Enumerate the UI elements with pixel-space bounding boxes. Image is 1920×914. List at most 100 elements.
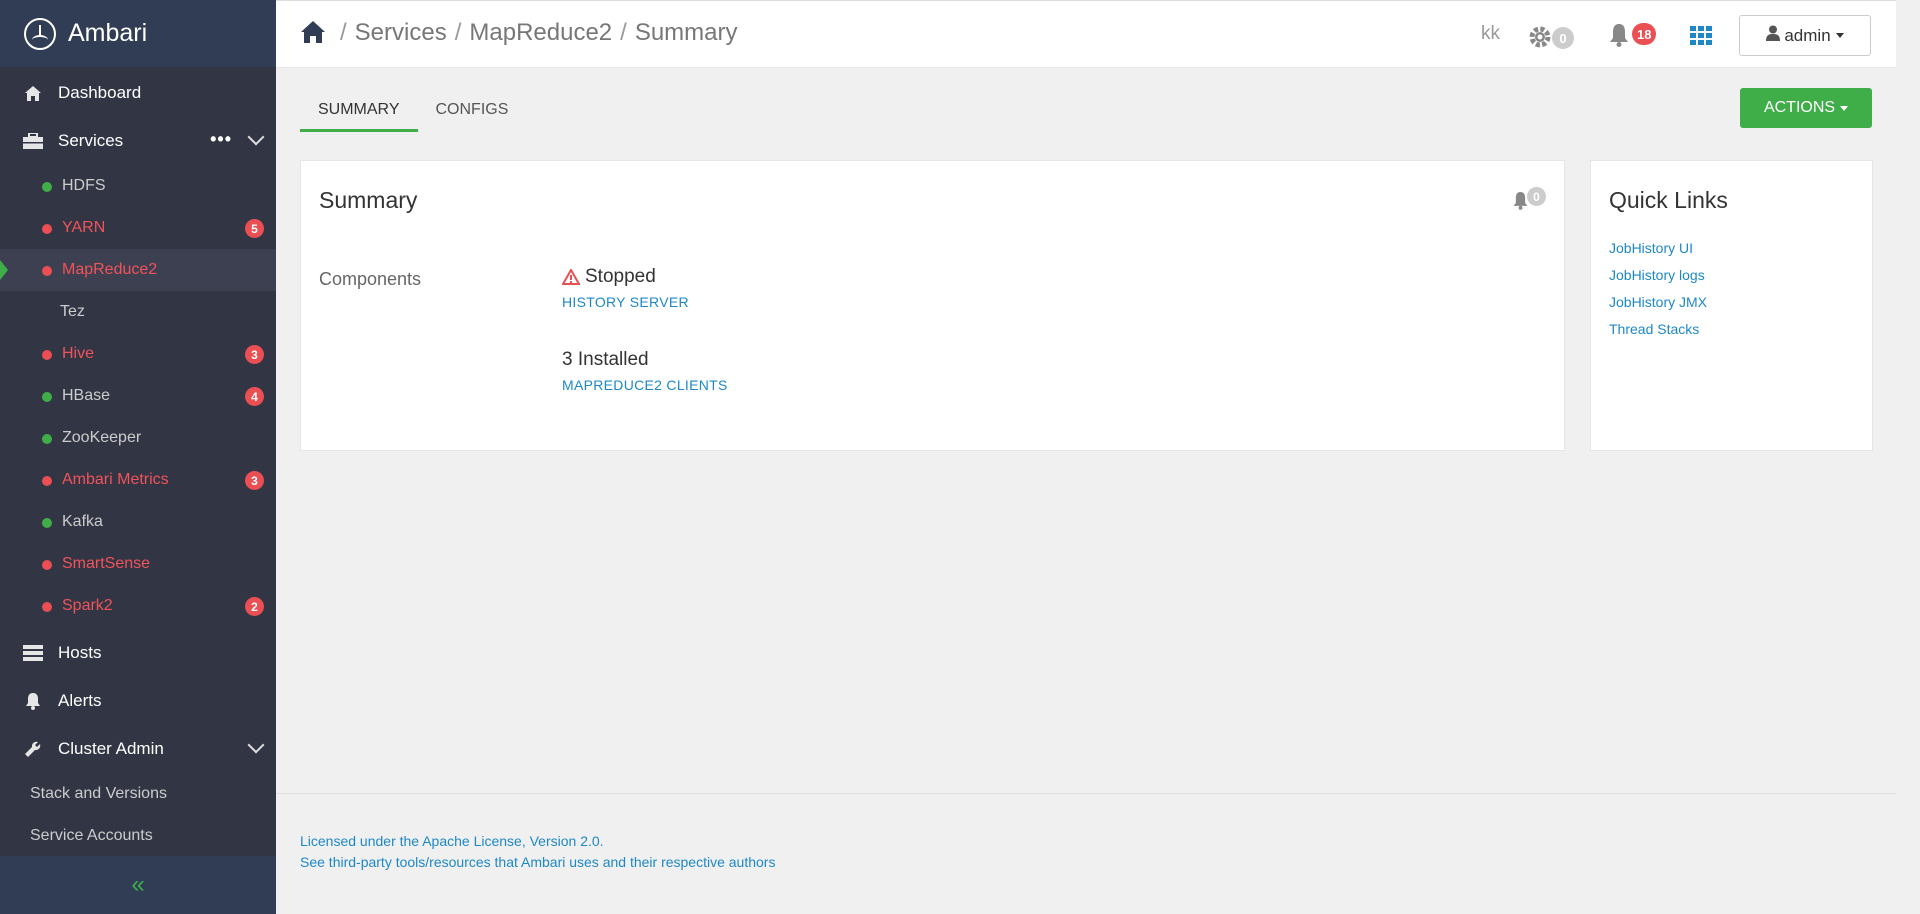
bell-icon <box>22 692 44 710</box>
sidebar-item-tez[interactable]: Tez <box>0 291 276 333</box>
sidebar-item-label: HBase <box>62 387 111 404</box>
status-dot-icon <box>42 476 52 486</box>
sidebar-item-hive[interactable]: Hive 3 <box>0 333 276 375</box>
third-party-link[interactable]: See third-party tools/resources that Amb… <box>300 854 775 870</box>
sidebar-item-label: Stack and Versions <box>30 785 167 802</box>
quick-link-jobhistory-ui[interactable]: JobHistory UI <box>1609 234 1707 261</box>
component-history-server: Stopped HISTORY SERVER <box>562 266 689 310</box>
sidebar-item-label: YARN <box>62 219 106 236</box>
sidebar-item-stack-and-versions[interactable]: Stack and Versions <box>0 773 276 815</box>
tab-configs[interactable]: CONFIGS <box>418 95 527 132</box>
wrench-icon <box>22 740 44 758</box>
sidebar-item-hdfs[interactable]: HDFS <box>0 165 276 207</box>
history-server-link[interactable]: HISTORY SERVER <box>562 294 689 310</box>
summary-panel: Summary 0 Components Stopped HISTORY SER… <box>300 160 1565 451</box>
nav-services[interactable]: Services ••• <box>0 117 276 165</box>
sidebar-item-label: ZooKeeper <box>62 429 142 446</box>
chevron-down-icon[interactable] <box>247 736 265 754</box>
collapse-sidebar-button[interactable]: « <box>0 856 276 914</box>
status-dot-icon <box>42 392 52 402</box>
sidebar-item-label: Ambari Metrics <box>62 471 169 488</box>
sidebar-item-label: Service Accounts <box>30 827 153 844</box>
sidebar-item-yarn[interactable]: YARN 5 <box>0 207 276 249</box>
alert-count-badge: 3 <box>245 471 264 490</box>
sidebar-item-ambari-metrics[interactable]: Ambari Metrics 3 <box>0 459 276 501</box>
status-dot-icon <box>42 518 52 528</box>
alert-count-badge: 3 <box>245 345 264 364</box>
breadcrumb-mapreduce2[interactable]: MapReduce2 <box>469 19 612 47</box>
nav-hosts-label: Hosts <box>58 643 102 662</box>
status-dot-icon <box>42 266 52 276</box>
server-icon <box>22 644 44 662</box>
nav-hosts[interactable]: Hosts <box>0 629 276 677</box>
quick-link-jobhistory-logs[interactable]: JobHistory logs <box>1609 261 1707 288</box>
bell-icon[interactable] <box>1608 23 1630 52</box>
nav-dashboard-label: Dashboard <box>58 83 142 102</box>
ops-count-badge[interactable]: 0 <box>1552 27 1574 49</box>
top-bar: / Services / MapReduce2 / Summary kk 0 1… <box>276 0 1896 68</box>
summary-title: Summary <box>319 187 418 213</box>
status-dot-icon <box>42 224 52 234</box>
component-status-text: Stopped <box>585 266 656 287</box>
components-label: Components <box>319 269 422 289</box>
status-dot-icon <box>42 602 52 612</box>
summary-alerts[interactable]: 0 <box>1512 187 1546 210</box>
alert-count-badge: 2 <box>245 597 264 616</box>
component-mapreduce2-clients: 3 Installed MAPREDUCE2 CLIENTS <box>562 349 728 393</box>
sidebar-item-zookeeper[interactable]: ZooKeeper <box>0 417 276 459</box>
gear-icon[interactable] <box>1528 25 1552 54</box>
sidebar-item-spark2[interactable]: Spark2 2 <box>0 585 276 627</box>
quick-link-jobhistory-jmx[interactable]: JobHistory JMX <box>1609 288 1707 315</box>
sidebar-item-label: HDFS <box>62 177 106 194</box>
sidebar-item-mapreduce2[interactable]: MapReduce2 <box>0 249 276 291</box>
nav-services-label: Services <box>58 131 124 150</box>
actions-button[interactable]: ACTIONS <box>1740 88 1872 128</box>
sidebar-item-label: Spark2 <box>62 597 113 614</box>
service-tabs: SUMMARY CONFIGS <box>300 95 526 132</box>
breadcrumb-separator: / <box>620 19 627 46</box>
quick-link-thread-stacks[interactable]: Thread Stacks <box>1609 315 1707 342</box>
sidebar-item-label: Hive <box>62 345 95 362</box>
footer: Licensed under the Apache License, Versi… <box>276 793 1896 870</box>
sidebar: Ambari Dashboard Services ••• HDFS YARN 5 M… <box>0 0 276 914</box>
status-dot-icon <box>42 434 52 444</box>
warning-triangle-icon <box>562 269 580 285</box>
apps-grid-icon[interactable] <box>1690 26 1712 51</box>
nav-alerts-label: Alerts <box>58 691 102 710</box>
brand-name: Ambari <box>68 19 148 47</box>
breadcrumb-summary: Summary <box>634 19 738 46</box>
sidebar-item-smartsense[interactable]: SmartSense <box>0 543 276 585</box>
nav-cluster-admin[interactable]: Cluster Admin <box>0 725 276 773</box>
status-dot-icon <box>42 182 52 192</box>
sidebar-item-kafka[interactable]: Kafka <box>0 501 276 543</box>
service-list: HDFS YARN 5 MapReduce2 Tez Hive 3 HBase 4 ZooKeep… <box>0 165 276 627</box>
sidebar-item-label: Tez <box>60 303 85 320</box>
license-link[interactable]: Licensed under the Apache License, Versi… <box>300 833 604 849</box>
sidebar-item-label: MapReduce2 <box>62 261 158 278</box>
brand[interactable]: Ambari <box>0 0 276 67</box>
status-dot-icon <box>42 350 52 360</box>
services-more-icon[interactable]: ••• <box>210 129 232 150</box>
nav-alerts[interactable]: Alerts <box>0 677 276 725</box>
tab-summary[interactable]: SUMMARY <box>300 95 418 132</box>
sidebar-item-service-accounts[interactable]: Service Accounts <box>0 815 276 857</box>
sidebar-item-hbase[interactable]: HBase 4 <box>0 375 276 417</box>
breadcrumb-separator: / <box>340 19 347 46</box>
user-menu-label: admin <box>1784 25 1831 45</box>
ambari-logo-icon <box>24 17 56 50</box>
alerts-count-badge[interactable]: 18 <box>1632 23 1657 45</box>
breadcrumb-services[interactable]: Services <box>355 19 447 47</box>
breadcrumb: / Services / MapReduce2 / Summary <box>300 19 738 47</box>
quick-links-panel: Quick Links JobHistory UI JobHistory log… <box>1590 160 1873 451</box>
sidebar-item-label: Kafka <box>62 513 103 530</box>
nav-dashboard[interactable]: Dashboard <box>0 69 276 117</box>
home-icon <box>22 84 44 102</box>
home-icon[interactable] <box>300 20 326 46</box>
chevron-down-icon[interactable] <box>247 128 265 146</box>
actions-button-label: ACTIONS <box>1763 99 1836 116</box>
briefcase-icon <box>22 132 44 150</box>
alert-count-badge: 4 <box>245 387 264 406</box>
user-menu-button[interactable]: admin <box>1739 15 1871 56</box>
mapreduce2-clients-link[interactable]: MAPREDUCE2 CLIENTS <box>562 377 728 393</box>
component-status-text: 3 Installed <box>562 349 649 370</box>
